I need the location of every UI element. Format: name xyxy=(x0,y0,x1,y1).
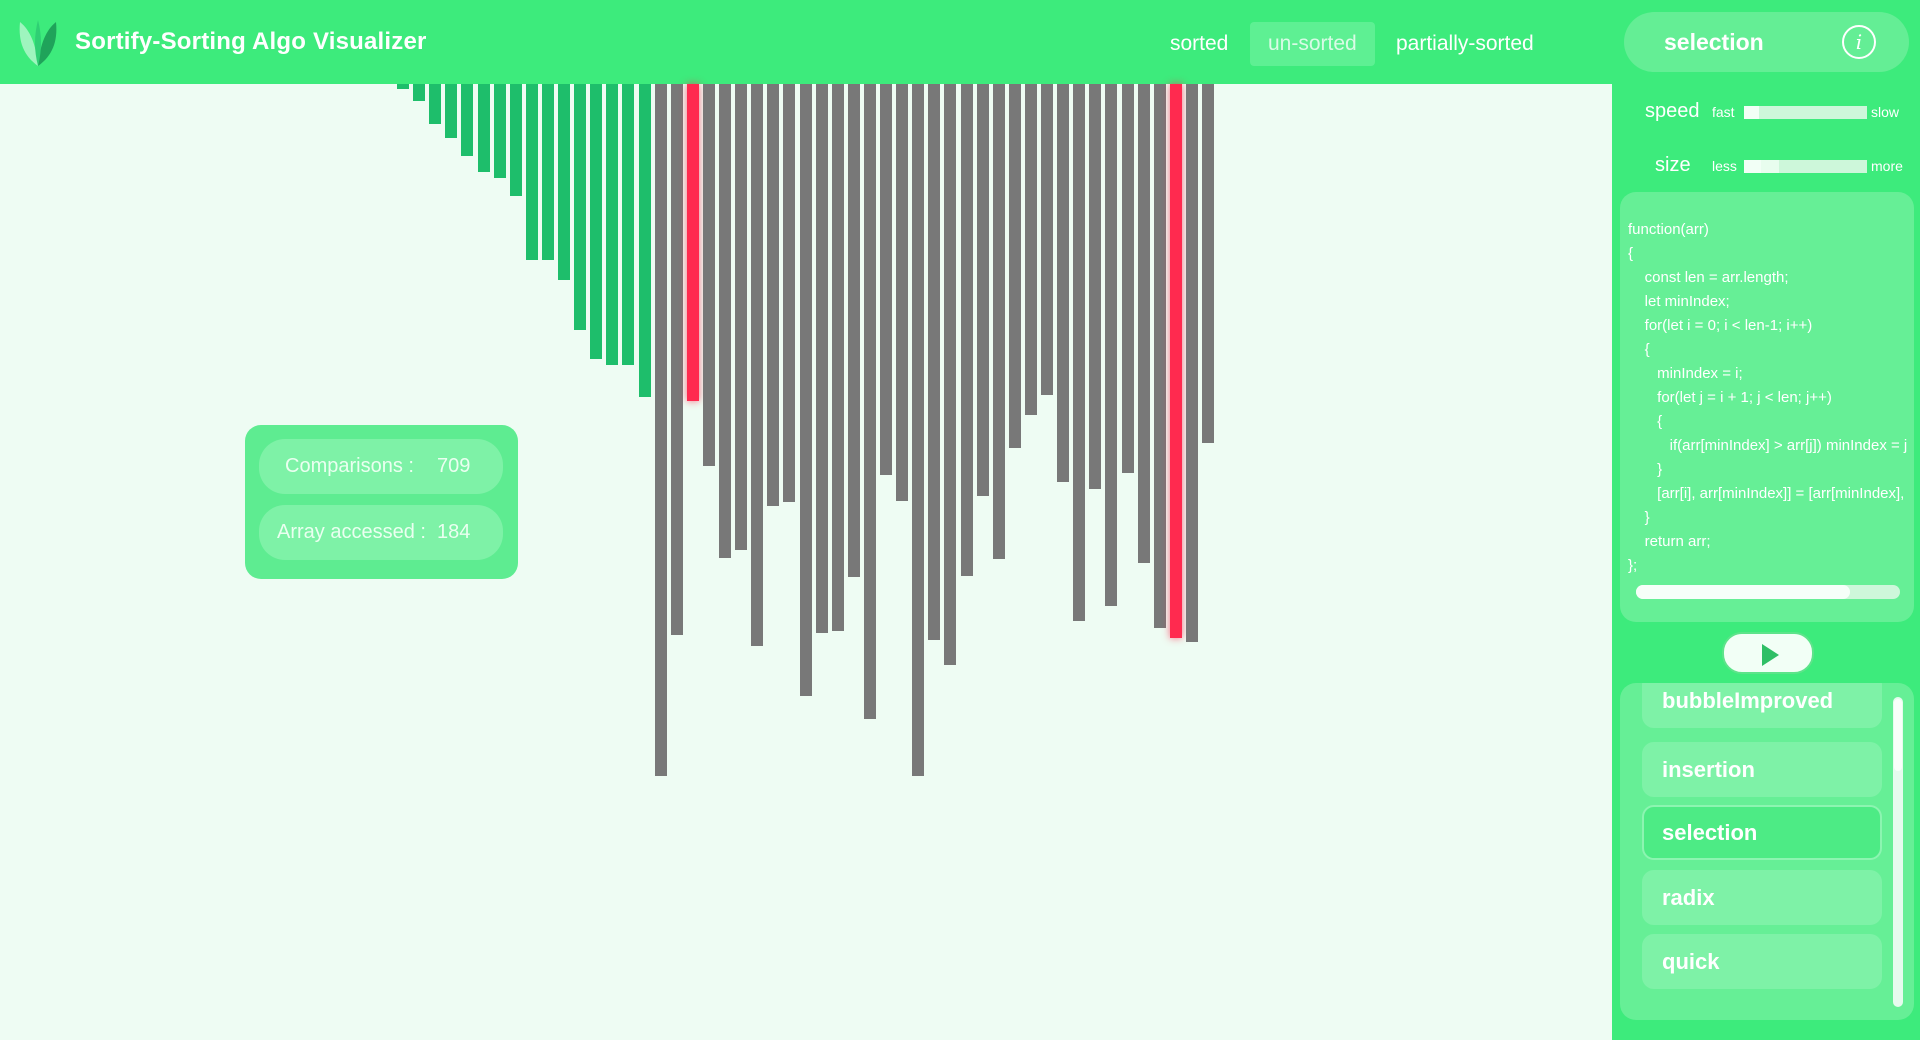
array-bar xyxy=(880,84,892,475)
array-bar xyxy=(477,84,490,172)
array-bar xyxy=(445,84,458,138)
array-bar xyxy=(751,84,764,646)
leaf-logo-icon xyxy=(19,20,57,66)
array-bar xyxy=(493,84,506,178)
size-control: size less more xyxy=(1612,152,1920,182)
array-bar xyxy=(944,84,957,665)
play-icon xyxy=(1762,644,1779,666)
code-scrollbar-thumb[interactable] xyxy=(1636,585,1850,599)
array-bar xyxy=(928,84,941,640)
array-bar xyxy=(783,84,796,502)
array-bar xyxy=(702,84,715,466)
algorithm-item-insertion[interactable]: insertion xyxy=(1642,742,1882,797)
algorithm-list-scrollbar[interactable] xyxy=(1893,697,1903,1007)
array-bar xyxy=(912,84,925,776)
speed-slider[interactable] xyxy=(1744,106,1867,119)
code-horizontal-scrollbar[interactable] xyxy=(1636,585,1900,599)
array-bar xyxy=(1105,84,1118,606)
speed-label: speed xyxy=(1645,100,1700,122)
code-panel: function(arr) { const len = arr.length; … xyxy=(1620,192,1914,622)
array-bar xyxy=(1024,84,1037,415)
array-bar xyxy=(735,84,748,550)
array-bar xyxy=(815,84,828,633)
array-bar xyxy=(719,84,731,558)
array-bar xyxy=(413,84,426,101)
app-title: Sortify-Sorting Algo Visualizer xyxy=(75,28,427,55)
array-bar xyxy=(1185,84,1198,642)
array-bar xyxy=(686,84,699,401)
array-bar xyxy=(896,84,909,501)
array-bar xyxy=(1057,84,1070,482)
algorithm-list: bubbleImproved insertion selection radix… xyxy=(1620,683,1914,1020)
array-bar xyxy=(558,84,570,280)
array-bar xyxy=(1008,84,1021,448)
algorithm-code: function(arr) { const len = arr.length; … xyxy=(1628,221,1908,574)
speed-slow-label: slow xyxy=(1871,104,1900,120)
current-algorithm-name: selection xyxy=(1664,29,1764,55)
array-bar xyxy=(525,84,538,260)
size-less-label: less xyxy=(1712,158,1737,174)
array-bar xyxy=(799,84,812,696)
size-slider-thumb[interactable] xyxy=(1760,160,1779,173)
array-bar xyxy=(1169,84,1182,638)
algorithm-item-radix[interactable]: radix xyxy=(1642,870,1882,925)
sidebar: selection i speed fast slow size less mo… xyxy=(1612,0,1920,1040)
mode-partially-sorted-button[interactable]: partially-sorted xyxy=(1378,22,1552,66)
array-accessed-value: 184 xyxy=(437,521,471,543)
array-bar xyxy=(670,84,683,635)
array-bar xyxy=(429,84,442,124)
array-bars-chart xyxy=(0,84,1612,1040)
stats-panel: Comparisons : 709 Array accessed : 184 xyxy=(245,425,518,579)
algorithm-item-bubbleimproved[interactable]: bubbleImproved xyxy=(1642,683,1882,728)
info-icon[interactable]: i xyxy=(1842,25,1876,59)
array-bar xyxy=(638,84,651,397)
array-accessed-label: Array accessed : xyxy=(277,521,426,543)
array-bar xyxy=(654,84,667,776)
array-bar xyxy=(541,84,554,260)
app-header: Sortify-Sorting Algo Visualizer sorted u… xyxy=(0,0,1612,84)
array-bar xyxy=(574,84,587,330)
comparisons-stat: Comparisons : 709 xyxy=(259,439,503,494)
mode-unsorted-button[interactable]: un-sorted xyxy=(1250,22,1375,66)
size-more-label: more xyxy=(1871,158,1903,174)
algorithm-list-scrollbar-thumb[interactable] xyxy=(1894,699,1902,771)
mode-sorted-button[interactable]: sorted xyxy=(1152,22,1246,66)
comparisons-value: 709 xyxy=(437,455,471,477)
array-bar xyxy=(1137,84,1150,563)
array-bar xyxy=(590,84,603,359)
array-bar xyxy=(976,84,989,496)
array-bar xyxy=(960,84,973,576)
size-slider-fill xyxy=(1744,160,1761,173)
array-bar xyxy=(831,84,844,631)
array-accessed-stat: Array accessed : 184 xyxy=(259,505,503,560)
array-bar xyxy=(767,84,780,506)
speed-fast-label: fast xyxy=(1712,104,1735,120)
array-bar xyxy=(606,84,619,365)
play-button[interactable] xyxy=(1722,632,1814,674)
speed-control: speed fast slow xyxy=(1612,98,1920,128)
array-bar xyxy=(1073,84,1086,621)
size-label: size xyxy=(1655,154,1691,176)
array-bar xyxy=(622,84,635,365)
array-bar xyxy=(1121,84,1134,473)
size-slider[interactable] xyxy=(1744,160,1867,173)
array-bar xyxy=(1153,84,1166,628)
array-bar xyxy=(1089,84,1102,489)
current-algorithm-pill: selection i xyxy=(1624,12,1909,72)
array-bar xyxy=(863,84,876,719)
array-bar xyxy=(509,84,522,196)
algorithm-item-quick[interactable]: quick xyxy=(1642,934,1882,989)
array-bar xyxy=(847,84,860,577)
array-bar xyxy=(992,84,1005,559)
array-bar xyxy=(397,84,409,89)
array-bar xyxy=(461,84,474,156)
speed-slider-fill xyxy=(1744,106,1759,119)
array-bar xyxy=(1202,84,1214,443)
algorithm-item-selection[interactable]: selection xyxy=(1642,805,1882,860)
array-bar xyxy=(1041,84,1053,395)
comparisons-label: Comparisons : xyxy=(285,455,414,477)
